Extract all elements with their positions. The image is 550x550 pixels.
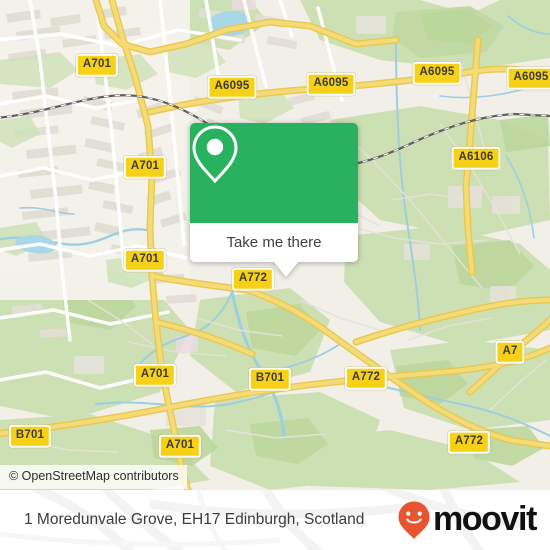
road-shield: A6095 — [412, 61, 462, 85]
footer-bar: 1 Moredunvale Grove, EH17 Edinburgh, Sco… — [0, 490, 550, 550]
road-shield: A701 — [123, 248, 167, 272]
take-me-there-label: Take me there — [226, 234, 322, 251]
road-shield: A701 — [133, 363, 177, 387]
road-shield: A772 — [231, 267, 275, 291]
road-shield: A772 — [447, 430, 491, 454]
road-shield: A6095 — [306, 72, 356, 96]
map-screenshot: A701 A6095 A6095 A6095 A6095 A701 A6106 … — [0, 0, 550, 550]
road-shield: B701 — [248, 367, 292, 391]
map-canvas[interactable]: A701 A6095 A6095 A6095 A6095 A701 A6106 … — [0, 0, 550, 490]
road-shield: A6095 — [207, 75, 257, 99]
road-shield: A701 — [75, 53, 119, 77]
road-shield: A6106 — [451, 146, 501, 170]
map-pin-icon — [192, 125, 238, 184]
location-popup[interactable]: Take me there — [190, 123, 358, 277]
road-shield: A701 — [123, 155, 167, 179]
moovit-pin-smiley-icon — [398, 501, 430, 539]
road-shield: B701 — [8, 424, 52, 448]
moovit-logo[interactable]: moovit — [397, 490, 537, 550]
road-shield: A6095 — [506, 66, 550, 90]
moovit-wordmark: moovit — [432, 499, 537, 538]
road-shield: A7 — [495, 340, 525, 364]
take-me-there-button[interactable]: Take me there — [190, 223, 358, 262]
location-popup-body: Take me there — [190, 123, 358, 262]
road-shield: A772 — [344, 366, 388, 390]
osm-attribution[interactable]: © OpenStreetMap contributors — [0, 465, 187, 489]
popup-pointer — [273, 261, 299, 277]
address-text: 1 Moredunvale Grove, EH17 Edinburgh, Sco… — [24, 511, 365, 528]
road-shield: A701 — [158, 434, 202, 458]
location-popup-header — [190, 123, 358, 223]
